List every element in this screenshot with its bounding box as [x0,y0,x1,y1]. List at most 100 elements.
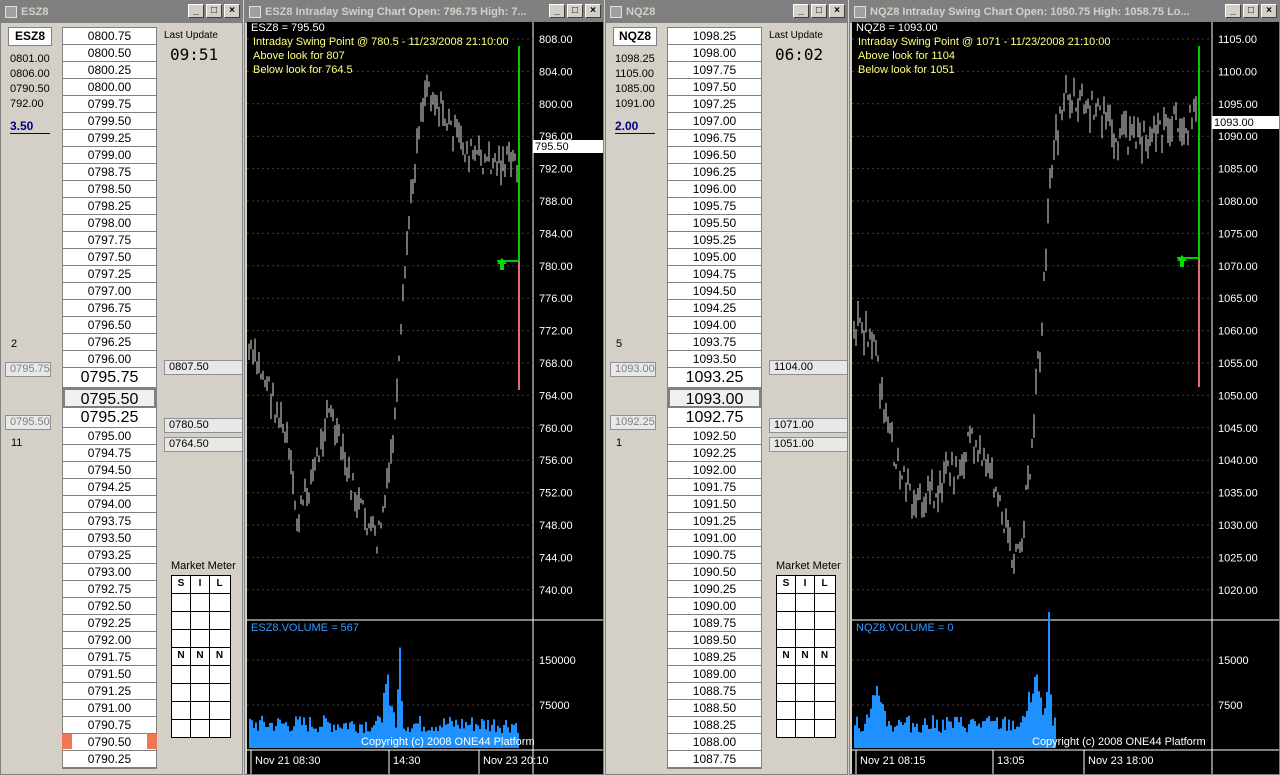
ladder-price-row[interactable]: 0796.75 [63,300,156,317]
ladder-price-row[interactable]: 1096.25 [668,164,761,181]
close-button[interactable]: × [585,4,601,18]
ladder-price-row[interactable]: 0792.50 [63,598,156,615]
ladder-price-row[interactable]: 0795.50 [63,388,156,408]
swing-point-target[interactable]: 1071.00 [769,418,847,433]
ladder-price-row[interactable]: 1096.75 [668,130,761,147]
target-below[interactable]: 1051.00 [769,437,847,452]
close-button[interactable]: × [829,4,845,18]
ladder-price-row[interactable]: 0799.75 [63,96,156,113]
ladder-price-row[interactable]: 1094.25 [668,300,761,317]
ladder-price-row[interactable]: 0794.50 [63,462,156,479]
ladder-price-row[interactable]: 1088.75 [668,683,761,700]
ladder-price-row[interactable]: 1089.00 [668,666,761,683]
ladder-price-row[interactable]: 0794.25 [63,479,156,496]
ladder-price-row[interactable]: 1087.75 [668,751,761,768]
ladder-price-row[interactable]: 1094.50 [668,283,761,300]
ladder-price-row[interactable]: 1091.25 [668,513,761,530]
ladder-price-row[interactable]: 0799.00 [63,147,156,164]
ladder-price-row[interactable]: 1089.25 [668,649,761,666]
ladder-price-row[interactable]: 0796.25 [63,334,156,351]
ladder-price-row[interactable]: 1088.00 [668,734,761,751]
ladder-price-row[interactable]: 0791.00 [63,700,156,717]
minimize-button[interactable]: _ [1225,4,1241,18]
target-above[interactable]: 0807.50 [164,360,242,375]
ladder-price-row[interactable]: 0798.00 [63,215,156,232]
bid-box[interactable]: 1093.00 [610,362,656,377]
ladder-price-row[interactable]: 1093.50 [668,351,761,368]
ladder-price-row[interactable]: 1097.50 [668,79,761,96]
window-titlebar[interactable]: NQZ8 _ □ × [606,1,847,23]
price-chart[interactable]: 808.00 804.00 800.00 796.00 792.00 788.00 784.… [247,22,603,774]
window-titlebar[interactable]: NQZ8 Intraday Swing Chart Open: 1050.75 … [850,1,1279,23]
ladder-price-row[interactable]: 0790.25 [63,751,156,768]
ladder-price-row[interactable]: 1091.50 [668,496,761,513]
maximize-button[interactable]: □ [1243,4,1259,18]
maximize-button[interactable]: □ [567,4,583,18]
ladder-price-row[interactable]: 1090.25 [668,581,761,598]
ladder-price-row[interactable]: 1097.25 [668,96,761,113]
ladder-price-row[interactable]: 0795.25 [63,408,156,428]
chart-canvas[interactable]: 1105.00 1100.00 1095.00 1090.00 1085.00 1080.… [852,22,1279,774]
symbol-box[interactable]: NQZ8 [613,27,657,46]
ladder-price-row[interactable]: 0790.50 [63,734,156,751]
ladder-price-row[interactable]: 0794.00 [63,496,156,513]
ladder-price-row[interactable]: 1093.25 [668,368,761,388]
ladder-price-row[interactable]: 1092.00 [668,462,761,479]
ladder-price-row[interactable]: 0798.75 [63,164,156,181]
ladder-price-row[interactable]: 1094.75 [668,266,761,283]
maximize-button[interactable]: □ [811,4,827,18]
ladder-price-row[interactable]: 1091.00 [668,530,761,547]
ladder-price-row[interactable]: 0800.00 [63,79,156,96]
ladder-price-row[interactable]: 0800.50 [63,45,156,62]
ladder-price-row[interactable]: 0792.75 [63,581,156,598]
ladder-price-row[interactable]: 1092.75 [668,408,761,428]
window-titlebar[interactable]: ESZ8 Intraday Swing Chart Open: 796.75 H… [245,1,603,23]
ladder-price-row[interactable]: 0795.75 [63,368,156,388]
ladder-price-row[interactable]: 0797.25 [63,266,156,283]
ladder-price-row[interactable]: 0798.50 [63,181,156,198]
ladder-price-row[interactable]: 0798.25 [63,198,156,215]
target-above[interactable]: 1104.00 [769,360,847,375]
ladder-price-row[interactable]: 1088.25 [668,717,761,734]
ladder-price-row[interactable]: 0795.00 [63,428,156,445]
ladder-price-row[interactable]: 0792.25 [63,615,156,632]
ladder-price-row[interactable]: 0796.50 [63,317,156,334]
symbol-box[interactable]: ESZ8 [8,27,52,46]
ladder-price-row[interactable]: 1096.50 [668,147,761,164]
ladder-price-row[interactable]: 1095.75 [668,198,761,215]
price-chart[interactable]: 1105.00 1100.00 1095.00 1090.00 1085.00 1080.… [852,22,1279,774]
price-ladder[interactable]: 0800.75 0800.50 0800.25 0800.00 0799.75 0799.… [62,27,157,769]
ladder-price-row[interactable]: 0799.50 [63,113,156,130]
ladder-price-row[interactable]: 1092.50 [668,428,761,445]
ladder-price-row[interactable]: 0791.50 [63,666,156,683]
minimize-button[interactable]: _ [793,4,809,18]
ladder-price-row[interactable]: 0797.75 [63,232,156,249]
ladder-price-row[interactable]: 0794.75 [63,445,156,462]
ladder-price-row[interactable]: 1091.75 [668,479,761,496]
ladder-price-row[interactable]: 0800.25 [63,62,156,79]
bid-order-marker[interactable] [62,734,72,749]
ladder-price-row[interactable]: 1090.50 [668,564,761,581]
ladder-price-row[interactable]: 0792.00 [63,632,156,649]
close-button[interactable]: × [224,4,240,18]
ladder-price-row[interactable]: 1098.25 [668,28,761,45]
ladder-price-row[interactable]: 0797.50 [63,249,156,266]
ladder-price-row[interactable]: 1094.00 [668,317,761,334]
minimize-button[interactable]: _ [188,4,204,18]
ladder-price-row[interactable]: 1098.00 [668,45,761,62]
ladder-price-row[interactable]: 0791.25 [63,683,156,700]
price-ladder[interactable]: 1098.25 1098.00 1097.75 1097.50 1097.25 1097.… [667,27,762,769]
ladder-price-row[interactable]: 1090.00 [668,598,761,615]
bid-box[interactable]: 0795.75 [5,362,51,377]
ladder-price-row[interactable]: 0793.75 [63,513,156,530]
ladder-price-row[interactable]: 0799.25 [63,130,156,147]
ladder-price-row[interactable]: 1093.75 [668,334,761,351]
maximize-button[interactable]: □ [206,4,222,18]
ladder-price-row[interactable]: 1096.00 [668,181,761,198]
swing-point-target[interactable]: 0780.50 [164,418,242,433]
close-button[interactable]: × [1261,4,1277,18]
window-titlebar[interactable]: ESZ8 _ □ × [1,1,242,23]
ladder-price-row[interactable]: 0797.00 [63,283,156,300]
ladder-price-row[interactable]: 1097.00 [668,113,761,130]
ladder-price-row[interactable]: 1090.75 [668,547,761,564]
